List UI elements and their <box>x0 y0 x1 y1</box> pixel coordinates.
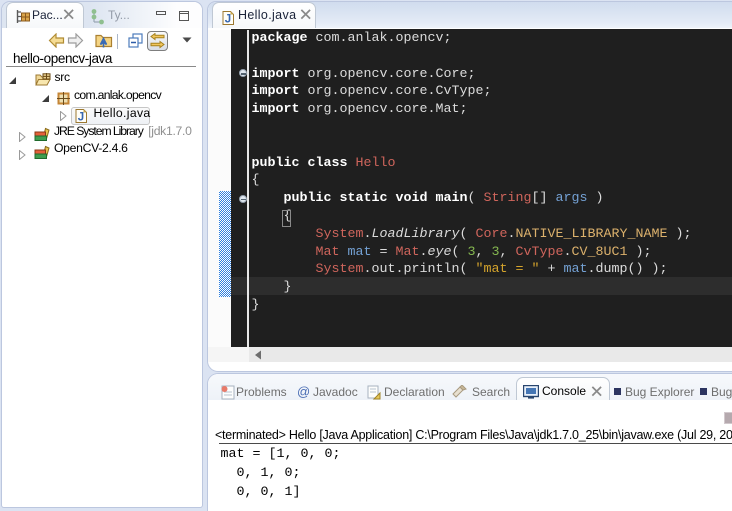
svg-text:J: J <box>78 111 84 123</box>
svg-text:J: J <box>225 14 231 26</box>
